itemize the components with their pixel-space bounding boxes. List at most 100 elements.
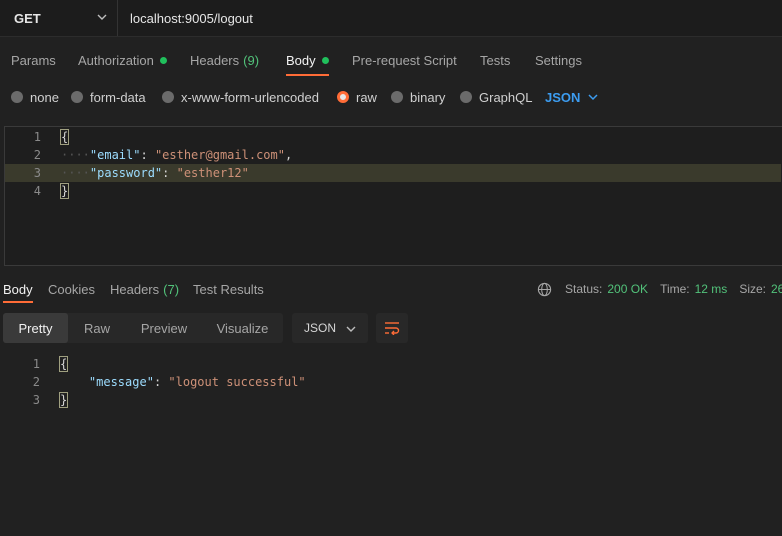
json-key: "message" [88, 375, 154, 389]
radio-circle-icon [71, 91, 83, 103]
tab-response-body[interactable]: Body [3, 275, 33, 303]
tab-authorization[interactable]: Authorization [78, 44, 167, 76]
json-value: "logout successful" [168, 375, 306, 389]
request-body-editor[interactable]: 1 { 2 ····"email": "esther@gmail.com", 3… [4, 126, 782, 266]
tab-cookies[interactable]: Cookies [48, 275, 95, 303]
body-type-options: none form-data x-www-form-urlencoded raw… [0, 86, 782, 108]
view-pretty-button[interactable]: Pretty [3, 313, 68, 343]
radio-circle-icon [460, 91, 472, 103]
status-dot-icon [159, 56, 167, 64]
tab-settings[interactable]: Settings [535, 44, 582, 76]
response-format-select[interactable]: JSON [292, 313, 368, 343]
tab-label: Params [11, 52, 56, 68]
tab-response-headers[interactable]: Headers (7) [110, 275, 179, 303]
view-visualize-button[interactable]: Visualize [202, 313, 283, 343]
code-line: 4 } [5, 182, 781, 200]
radio-x-www-form-urlencoded[interactable]: x-www-form-urlencoded [162, 86, 319, 108]
size-value[interactable]: 266 [771, 282, 782, 296]
tab-body[interactable]: Body [286, 44, 329, 76]
method-select[interactable]: GET [0, 0, 118, 36]
view-preview-button[interactable]: Preview [126, 313, 202, 343]
size-label: Size: [739, 282, 766, 296]
code-text: } [59, 182, 70, 200]
radio-form-data[interactable]: form-data [71, 86, 146, 108]
status-label: Status: [565, 282, 603, 296]
chevron-down-icon [346, 326, 356, 332]
code-line-highlighted: 3 ····"password": "esther12" [5, 164, 781, 182]
code-text: } [58, 391, 69, 409]
code-line: 1 { [4, 355, 780, 373]
tab-count: (9) [243, 52, 260, 68]
divider [0, 36, 782, 37]
json-value: "esther@gmail.com" [154, 148, 285, 162]
radio-graphql[interactable]: GraphQL [460, 86, 532, 108]
code-line: 2 "message": "logout successful" [4, 373, 780, 391]
json-key: "password" [89, 166, 163, 180]
code-text: ····"password": "esther12" [61, 166, 249, 180]
line-number: 1 [32, 357, 40, 371]
radio-label: binary [410, 89, 446, 105]
line-number: 1 [33, 130, 41, 144]
language-label: JSON [545, 89, 581, 105]
language-select[interactable]: JSON [545, 86, 598, 108]
chevron-down-icon [588, 94, 598, 101]
tab-tests[interactable]: Tests [480, 44, 510, 76]
request-tabs: Params Authorization Headers (9) Body Pr… [0, 44, 782, 76]
url-bar: GET localhost:9005/logout [0, 0, 782, 36]
response-view-controls: Pretty Raw Preview Visualize JSON [3, 313, 782, 345]
tab-label: Cookies [48, 281, 95, 297]
active-tab-indicator [286, 74, 329, 76]
line-number: 2 [33, 148, 41, 162]
line-number: 4 [33, 184, 41, 198]
radio-binary[interactable]: binary [391, 86, 445, 108]
code-text: { [59, 128, 70, 146]
radio-circle-icon [391, 91, 403, 103]
tab-label: Pre-request Script [352, 52, 457, 68]
tab-pre-request-script[interactable]: Pre-request Script [352, 44, 457, 76]
radio-label: raw [356, 89, 377, 105]
code-line: 1 { [5, 128, 781, 146]
tab-label: Settings [535, 52, 582, 68]
tab-label: Headers [190, 52, 240, 68]
tab-label: Authorization [78, 52, 154, 68]
close-brace: } [58, 392, 69, 408]
active-tab-indicator [3, 301, 33, 303]
tab-label: Headers [110, 281, 160, 297]
status-value[interactable]: 200 OK [607, 282, 648, 296]
tab-test-results[interactable]: Test Results [193, 275, 264, 303]
tab-label: Tests [480, 52, 511, 68]
radio-none[interactable]: none [11, 86, 59, 108]
status-dot-icon [321, 56, 329, 64]
code-text: { [58, 355, 69, 373]
chevron-down-icon [97, 14, 107, 20]
time-value[interactable]: 12 ms [695, 282, 728, 296]
wrap-lines-button[interactable] [376, 313, 408, 343]
line-number: 2 [32, 375, 40, 389]
response-body-viewer[interactable]: 1 { 2 "message": "logout successful" 3 } [4, 354, 780, 414]
tab-label: Body [286, 52, 316, 68]
view-mode-selector: Pretty Raw Preview Visualize [3, 313, 283, 343]
tab-headers[interactable]: Headers (9) [190, 44, 259, 76]
radio-selected-icon [337, 91, 349, 103]
radio-raw[interactable]: raw [337, 86, 377, 108]
time-label: Time: [660, 282, 690, 296]
radio-circle-icon [11, 91, 23, 103]
open-brace: { [58, 356, 69, 372]
open-brace: { [59, 129, 70, 145]
view-raw-button[interactable]: Raw [68, 313, 126, 343]
code-line: 2 ····"email": "esther@gmail.com", [5, 146, 781, 164]
globe-icon[interactable] [537, 282, 552, 297]
response-tabs: Body Cookies Headers (7) Test Results St… [0, 275, 782, 303]
radio-label: x-www-form-urlencoded [181, 89, 319, 105]
radio-label: none [30, 89, 59, 105]
tab-count: (7) [163, 281, 180, 297]
close-brace: } [59, 183, 70, 199]
tab-label: Body [3, 281, 33, 297]
radio-circle-icon [162, 91, 174, 103]
line-number: 3 [33, 166, 41, 180]
tab-params[interactable]: Params [11, 44, 56, 76]
radio-label: GraphQL [479, 89, 533, 105]
radio-label: form-data [90, 89, 146, 105]
code-line: 3 } [4, 391, 780, 409]
url-input[interactable]: localhost:9005/logout [130, 0, 253, 36]
